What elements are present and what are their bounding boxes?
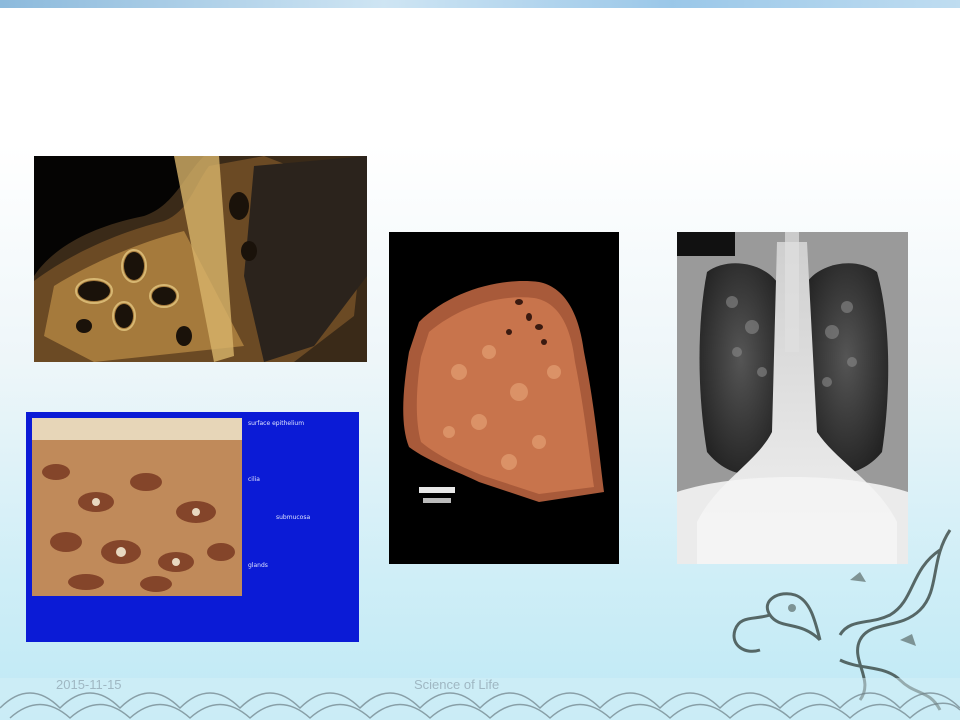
label-submucosa: submucosa bbox=[276, 514, 311, 521]
label-glands: glands bbox=[248, 562, 268, 569]
slide-top-bar bbox=[0, 0, 960, 8]
footer-title: Science of Life bbox=[414, 677, 500, 692]
gross-lung-section-image bbox=[34, 156, 367, 362]
label-cilia: cilia bbox=[248, 476, 260, 483]
chest-xray-image bbox=[677, 232, 908, 564]
label-surface-epithelium: surface epithelium bbox=[248, 420, 305, 427]
footer-date: 2015-11-15 bbox=[56, 677, 122, 692]
gross-lung-specimen-image bbox=[389, 232, 619, 564]
histology-micrograph-image: surface epithelium cilia submucosa gland… bbox=[26, 412, 359, 642]
